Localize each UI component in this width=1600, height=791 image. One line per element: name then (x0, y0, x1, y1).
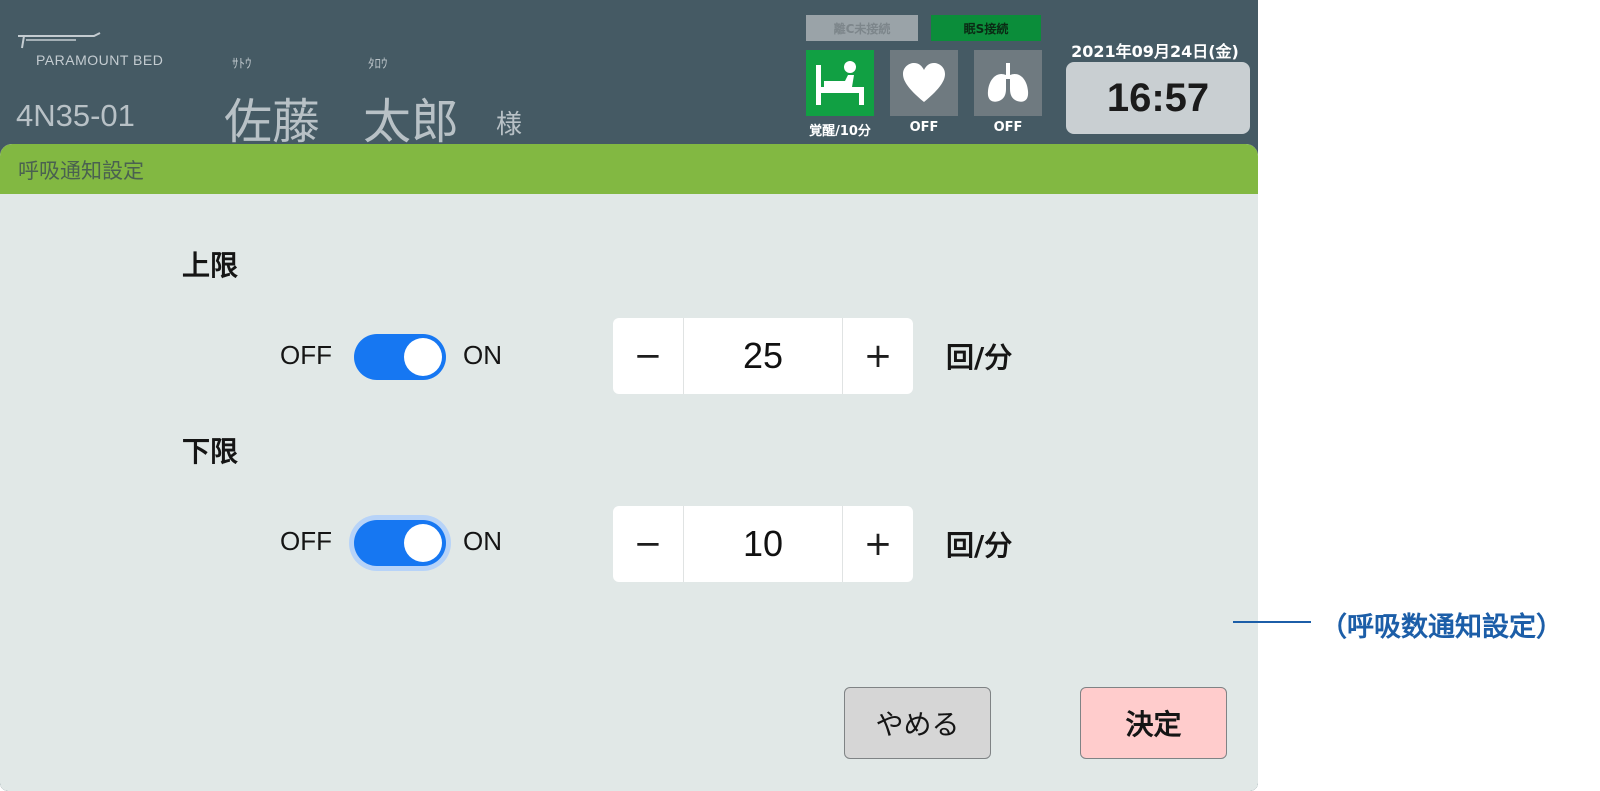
lower-limit-stepper: − 10 + (613, 506, 913, 582)
lower-limit-toggle[interactable] (354, 520, 446, 566)
patient-last-kana: ｻﾄｳ (232, 57, 252, 72)
patient-first-name: 太郎 (363, 94, 460, 150)
dialog-title-bar: 呼吸通知設定 (0, 144, 1258, 194)
status-bed-label: 覚醒/10分 (809, 124, 871, 139)
lower-off-label: OFF (280, 526, 332, 556)
upper-plus-button[interactable]: + (843, 318, 913, 394)
annotation-caption: （呼吸数通知設定） (1320, 612, 1563, 643)
bed-icon (816, 61, 864, 105)
lower-limit-value: 10 (683, 506, 843, 582)
upper-limit-label: 上限 (182, 249, 239, 282)
upper-limit-toggle[interactable] (354, 334, 446, 380)
connection-badge-rishou: 離C未接続 (806, 15, 918, 41)
current-time: 16:57 (1066, 62, 1250, 134)
lower-on-label: ON (463, 526, 502, 556)
device-screen: PARAMOUNT BED 4N35-01 ｻﾄｳ ﾀﾛｳ 佐藤 太郎 様 離C… (0, 0, 1258, 791)
lower-plus-button[interactable]: + (843, 506, 913, 582)
bed-logo-mark-icon (18, 32, 101, 49)
upper-on-label: ON (463, 340, 502, 370)
dialog-title: 呼吸通知設定 (18, 159, 144, 183)
status-heart-button[interactable] (890, 50, 958, 116)
confirm-button[interactable]: 決定 (1080, 687, 1227, 759)
patient-first-kana: ﾀﾛｳ (368, 57, 388, 72)
logo-text: PARAMOUNT BED (36, 52, 164, 68)
upper-limit-stepper: − 25 + (613, 318, 913, 394)
toggle-knob (404, 338, 442, 376)
toggle-knob (404, 524, 442, 562)
cancel-button[interactable]: やめる (844, 687, 991, 759)
current-date: 2021年09月24日(金) (1071, 42, 1239, 61)
lungs-icon (987, 63, 1029, 102)
status-lungs-label: OFF (993, 120, 1023, 135)
connection-badge-sleep: 眠S接続 (931, 15, 1041, 41)
respiration-notification-dialog: 呼吸通知設定 上限 OFF ON − 25 + 回/分 下限 OFF ON − … (0, 144, 1258, 791)
lower-minus-button[interactable]: − (613, 506, 683, 582)
heart-icon (903, 63, 945, 102)
status-bed-button[interactable] (806, 50, 874, 116)
upper-off-label: OFF (280, 340, 332, 370)
lower-unit-label: 回/分 (946, 529, 1013, 562)
upper-limit-value: 25 (683, 318, 843, 394)
patient-last-name: 佐藤 (224, 94, 321, 150)
status-lungs-button[interactable] (974, 50, 1042, 116)
paramount-bed-logo: PARAMOUNT BED (16, 30, 216, 72)
lower-limit-label: 下限 (182, 435, 239, 468)
annotation-leader-line (1233, 621, 1311, 623)
upper-unit-label: 回/分 (946, 341, 1013, 374)
status-heart-label: OFF (909, 120, 939, 135)
upper-minus-button[interactable]: − (613, 318, 683, 394)
patient-honorific: 様 (496, 110, 523, 140)
room-number: 4N35-01 (16, 98, 135, 133)
